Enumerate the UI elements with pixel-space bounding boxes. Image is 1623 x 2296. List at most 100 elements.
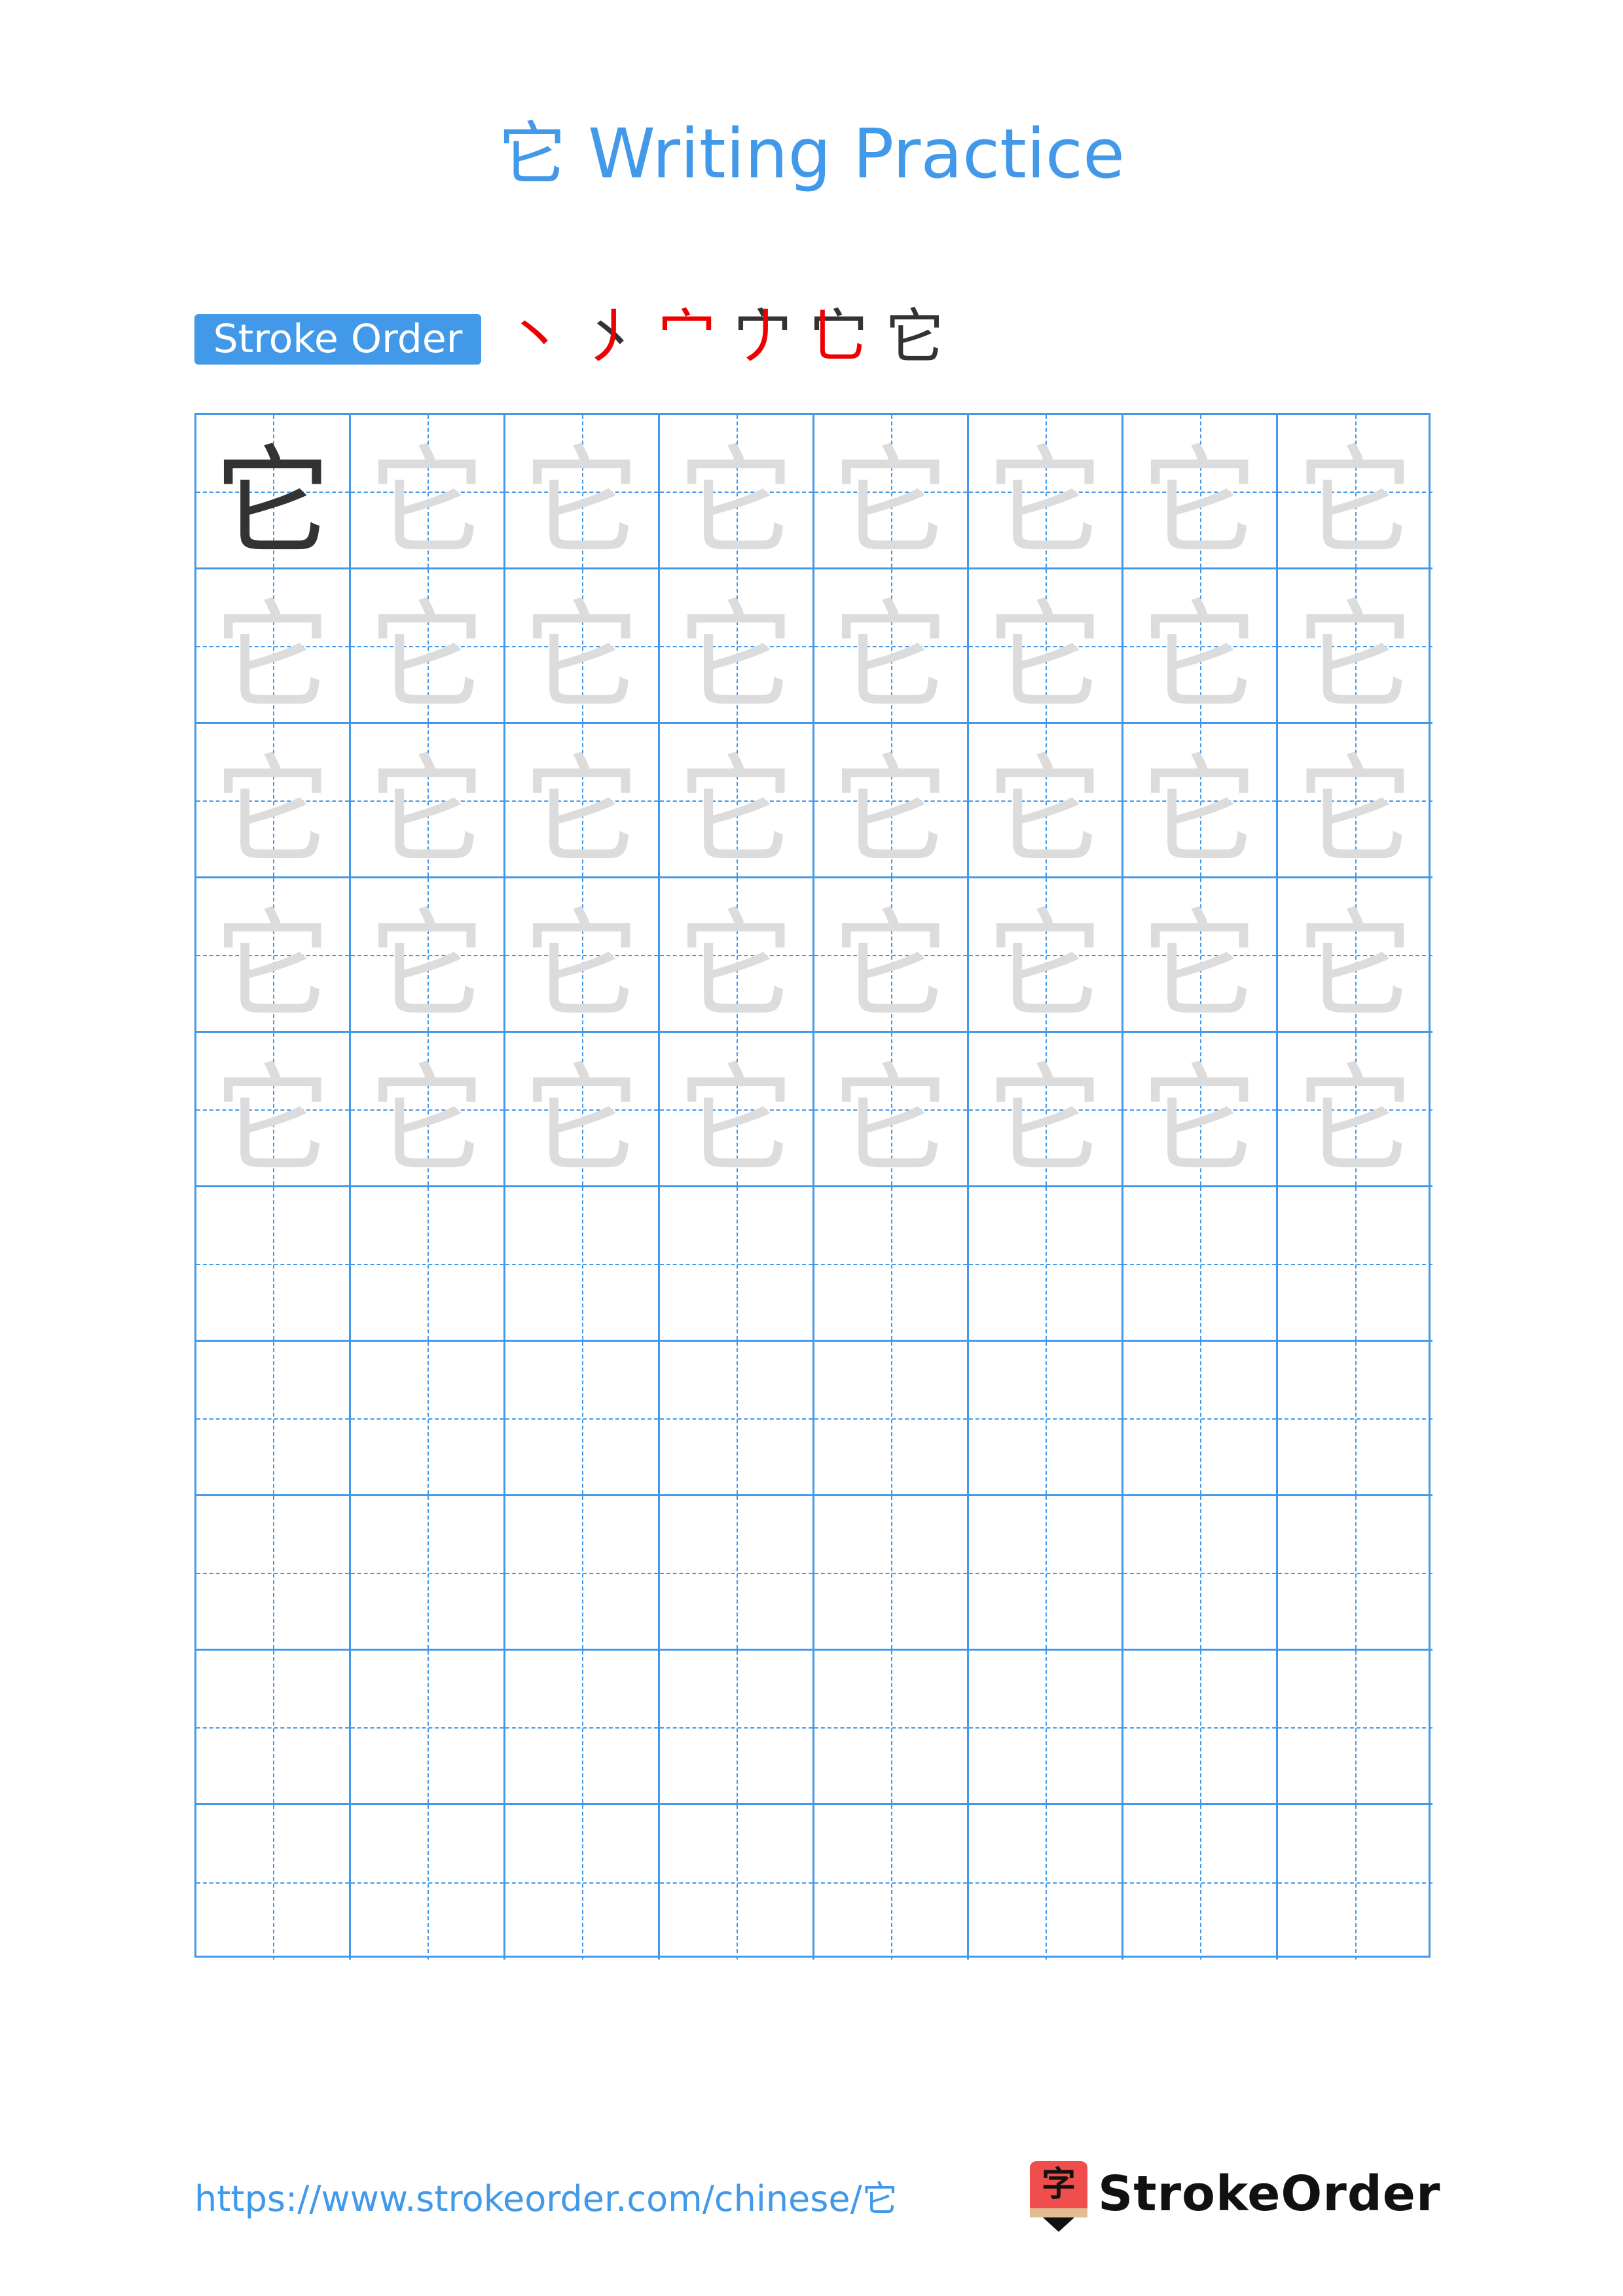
grid-cell[interactable]: [505, 1342, 660, 1496]
grid-cell[interactable]: [969, 1651, 1123, 1805]
grid-cell[interactable]: 它: [814, 878, 969, 1034]
grid-cell[interactable]: [969, 1187, 1123, 1342]
guide-line-horizontal: [1278, 1263, 1432, 1265]
trace-character: 它: [368, 588, 486, 725]
grid-cell[interactable]: [196, 1496, 351, 1651]
grid-cell[interactable]: 它: [505, 569, 660, 725]
grid-cell[interactable]: [196, 1651, 351, 1805]
grid-cell[interactable]: [505, 1496, 660, 1651]
page-title: 它 Writing Practice: [498, 114, 1125, 194]
grid-cell[interactable]: [351, 1496, 505, 1651]
grid-cell[interactable]: [351, 1805, 505, 1960]
grid-cell[interactable]: [505, 1651, 660, 1805]
grid-cell[interactable]: 它: [505, 415, 660, 571]
guide-line-horizontal: [814, 1418, 967, 1420]
grid-cell[interactable]: 它: [196, 569, 351, 725]
grid-cell[interactable]: 它: [969, 415, 1123, 571]
trace-character: 它: [1296, 743, 1414, 880]
grid-cell[interactable]: [1278, 1805, 1432, 1960]
grid-cell[interactable]: 它: [1278, 878, 1432, 1034]
grid-cell[interactable]: 它: [814, 724, 969, 880]
stroke-current: 宀: [657, 302, 716, 371]
grid-cell[interactable]: [814, 1342, 969, 1496]
grid-cell[interactable]: [351, 1187, 505, 1342]
grid-cell[interactable]: 它: [660, 724, 814, 880]
grid-cell[interactable]: 它: [814, 1033, 969, 1189]
grid-cell[interactable]: 它: [196, 724, 351, 880]
trace-character: 它: [213, 1052, 332, 1189]
grid-cell[interactable]: 它: [196, 1033, 351, 1189]
grid-cell[interactable]: 它: [505, 724, 660, 880]
trace-character: 它: [368, 743, 486, 880]
grid-cell[interactable]: 它: [1123, 1033, 1278, 1189]
stroke-step-6: 它: [884, 298, 945, 376]
guide-line-horizontal: [351, 1882, 503, 1884]
grid-cell[interactable]: 它: [660, 1033, 814, 1189]
grid-cell[interactable]: [660, 1805, 814, 1960]
grid-cell[interactable]: [196, 1187, 351, 1342]
trace-character: 它: [1140, 434, 1259, 571]
guide-line-horizontal: [1123, 1263, 1276, 1265]
grid-cell[interactable]: [660, 1496, 814, 1651]
grid-cell[interactable]: 它: [196, 878, 351, 1034]
grid-cell[interactable]: [1123, 1342, 1278, 1496]
grid-cell[interactable]: [814, 1805, 969, 1960]
grid-cell[interactable]: [969, 1342, 1123, 1496]
grid-cell[interactable]: 它: [1123, 724, 1278, 880]
grid-cell[interactable]: [1278, 1496, 1432, 1651]
grid-cell[interactable]: 它: [969, 878, 1123, 1034]
grid-cell[interactable]: 它: [1278, 569, 1432, 725]
grid-cell[interactable]: [1278, 1187, 1432, 1342]
grid-cell[interactable]: 它: [814, 569, 969, 725]
grid-cell[interactable]: 它: [196, 415, 351, 571]
grid-cell[interactable]: [1123, 1496, 1278, 1651]
grid-cell[interactable]: 它: [814, 415, 969, 571]
grid-cell[interactable]: 它: [1278, 724, 1432, 880]
trace-character: 它: [1140, 1052, 1259, 1189]
grid-cell[interactable]: [196, 1805, 351, 1960]
grid-cell[interactable]: 它: [660, 569, 814, 725]
grid-cell[interactable]: 它: [351, 878, 505, 1034]
grid-cell[interactable]: [969, 1805, 1123, 1960]
grid-cell[interactable]: [351, 1342, 505, 1496]
grid-cell[interactable]: 它: [1123, 878, 1278, 1034]
grid-cell[interactable]: [1123, 1805, 1278, 1960]
grid-cell[interactable]: 它: [660, 878, 814, 1034]
grid-cell[interactable]: 它: [351, 569, 505, 725]
grid-cell[interactable]: [814, 1187, 969, 1342]
grid-cell[interactable]: [1123, 1187, 1278, 1342]
grid-cell[interactable]: [1123, 1651, 1278, 1805]
stroke-step-4: 宀丿: [732, 298, 793, 376]
grid-cell[interactable]: 它: [505, 1033, 660, 1189]
guide-line-horizontal: [1123, 1572, 1276, 1574]
grid-cell[interactable]: [660, 1651, 814, 1805]
grid-cell[interactable]: 它: [505, 878, 660, 1034]
grid-cell[interactable]: [660, 1342, 814, 1496]
grid-cell[interactable]: [505, 1805, 660, 1960]
logo-glyph: 字: [1030, 2161, 1087, 2208]
grid-cell[interactable]: 它: [1278, 1033, 1432, 1189]
grid-cell[interactable]: [196, 1342, 351, 1496]
grid-cell[interactable]: [1278, 1342, 1432, 1496]
grid-cell[interactable]: 它: [660, 415, 814, 571]
grid-cell[interactable]: [969, 1496, 1123, 1651]
grid-cell[interactable]: 它: [969, 724, 1123, 880]
grid-cell[interactable]: [814, 1651, 969, 1805]
grid-cell[interactable]: 它: [1123, 415, 1278, 571]
trace-character: 它: [1296, 897, 1414, 1034]
grid-cell[interactable]: [814, 1496, 969, 1651]
grid-cell[interactable]: 它: [1123, 569, 1278, 725]
grid-cell[interactable]: 它: [351, 415, 505, 571]
grid-cell[interactable]: 它: [351, 724, 505, 880]
grid-cell[interactable]: 它: [351, 1033, 505, 1189]
grid-cell[interactable]: [660, 1187, 814, 1342]
strokeorder-logo[interactable]: 字 StrokeOrder: [1030, 2161, 1440, 2232]
grid-cell[interactable]: [505, 1187, 660, 1342]
grid-cell[interactable]: [1278, 1651, 1432, 1805]
grid-cell[interactable]: 它: [969, 1033, 1123, 1189]
grid-cell[interactable]: 它: [969, 569, 1123, 725]
source-url-link[interactable]: https://www.strokeorder.com/chinese/它: [194, 2176, 898, 2222]
grid-cell[interactable]: [351, 1651, 505, 1805]
grid-cell[interactable]: 它: [1278, 415, 1432, 571]
stroke-current: 它: [885, 302, 944, 371]
